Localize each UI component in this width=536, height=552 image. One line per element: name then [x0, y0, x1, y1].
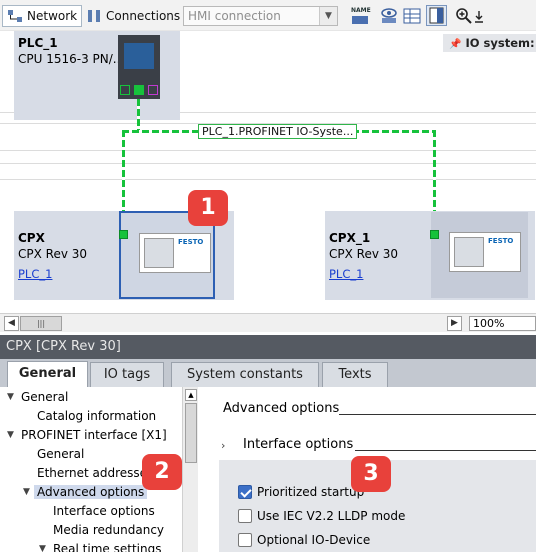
plc-device[interactable]: PLC_1 CPU 1516-3 PN/...	[14, 31, 180, 120]
prioritized-startup-checkbox[interactable]	[238, 485, 252, 499]
festo-module-image: FESTO	[139, 233, 211, 273]
plc-type: CPU 1516-3 PN/...	[18, 52, 125, 66]
grid-line	[0, 179, 536, 180]
network-view-button[interactable]: Network	[2, 5, 83, 27]
nav-item-media-redundancy[interactable]: Media redundancy	[53, 523, 164, 537]
overview-toggle-button[interactable]	[426, 5, 447, 26]
section-header-interface-options[interactable]: Interface options	[243, 437, 353, 452]
chevron-down-icon: ▼	[319, 7, 337, 25]
device-type: CPX Rev 30	[18, 247, 88, 261]
name-icon-text: NAME	[351, 7, 371, 14]
canvas-horizontal-scrollbar[interactable]: ◀ ||| ▶ 100%	[0, 313, 536, 332]
collapse-arrow-icon[interactable]: ▼	[7, 430, 14, 440]
interface-options-panel: Prioritized startup Use IEC V2.2 LLDP mo…	[219, 456, 536, 552]
nav-item-real-time-settings[interactable]: Real time settings	[53, 542, 161, 552]
cpx-1-module-area: FESTO	[431, 212, 528, 298]
plc-port-icon	[134, 85, 144, 95]
nav-item-interface-options[interactable]: Interface options	[53, 504, 155, 518]
festo-logo: FESTO	[488, 237, 514, 245]
connections-label: Connections	[106, 9, 181, 23]
profinet-network-label[interactable]: PLC_1.PROFINET IO-Syste...	[198, 124, 358, 139]
zoom-in-icon	[456, 8, 472, 24]
device-name: CPX	[18, 231, 45, 245]
device-type: CPX Rev 30	[329, 247, 399, 261]
cpx-port-icon[interactable]	[119, 230, 128, 239]
connection-type-dropdown[interactable]: HMI connection ▼	[183, 6, 338, 26]
expand-arrow-icon[interactable]: ›	[221, 439, 225, 452]
device-name: CPX_1	[329, 231, 371, 245]
navigation-scrollbar[interactable]: ▲	[182, 387, 198, 552]
module-body	[454, 237, 484, 267]
scrollbar-thumb[interactable]: |||	[20, 316, 62, 331]
collapse-arrow-icon[interactable]: ▼	[7, 392, 14, 402]
nav-item-profinet-interface[interactable]: PROFINET interface [X1]	[21, 428, 167, 442]
eye-icon	[381, 8, 397, 23]
properties-navigation-tree: ▼ General Catalog information ▼ PROFINET…	[0, 387, 198, 552]
nav-item-catalog-information[interactable]: Catalog information	[37, 409, 156, 423]
show-names-button[interactable]: NAME	[351, 7, 371, 25]
festo-logo: FESTO	[178, 238, 204, 246]
grid-toggle-button[interactable]	[403, 7, 421, 25]
nav-item-ethernet-addresses[interactable]: Ethernet addresses	[37, 466, 153, 480]
callout-badge: 3	[351, 456, 391, 492]
properties-tabs: General IO tags System constants Texts	[0, 359, 536, 387]
collapse-arrow-icon[interactable]: ▼	[23, 487, 30, 497]
callout-badge: 2	[142, 454, 182, 490]
callout-badge: 1	[188, 190, 228, 226]
properties-title: CPX [CPX Rev 30]	[0, 335, 536, 359]
pin-icon: 📌	[449, 39, 462, 50]
network-icon	[8, 10, 22, 22]
connections-button[interactable]: Connections	[82, 5, 184, 27]
festo-module-image: FESTO	[449, 232, 521, 272]
module-body	[144, 238, 174, 268]
scroll-up-button[interactable]: ▲	[185, 389, 197, 401]
collapse-arrow-icon[interactable]: ▼	[39, 544, 46, 552]
show-interfaces-button[interactable]	[380, 7, 398, 25]
zoom-button[interactable]	[455, 7, 473, 25]
scrollbar-thumb[interactable]	[185, 403, 197, 463]
tab-texts[interactable]: Texts	[322, 362, 388, 387]
network-view-canvas[interactable]: 📌 IO system: P PLC_1 CPU 1516-3 PN/... P…	[0, 31, 536, 313]
nav-item-interface-general[interactable]: General	[37, 447, 84, 461]
prioritized-startup-label: Prioritized startup	[257, 485, 365, 499]
tab-io-tags[interactable]: IO tags	[90, 362, 164, 387]
zoom-dropdown-button[interactable]	[473, 7, 485, 25]
section-header-advanced-options: Advanced options	[223, 401, 340, 416]
cpx-1-device[interactable]: CPX_1 CPX Rev 30 PLC_1 FESTO	[325, 211, 535, 300]
plc-module-image	[118, 35, 160, 99]
plc-port-icon	[148, 85, 158, 95]
zoom-level-field[interactable]: 100%	[469, 316, 536, 331]
plc-network-link[interactable]	[137, 99, 140, 131]
scroll-left-button[interactable]: ◀	[4, 316, 19, 331]
section-divider	[339, 414, 536, 415]
grid-line	[0, 163, 536, 164]
io-system-label: IO system: P	[465, 36, 536, 50]
device-plc-link[interactable]: PLC_1	[18, 267, 52, 281]
optional-io-device-label: Optional IO-Device	[257, 533, 371, 547]
cpx-1-port-icon[interactable]	[430, 230, 439, 239]
device-plc-link[interactable]: PLC_1	[329, 267, 363, 281]
editor-toolbar: Network Connections HMI connection ▼ NAM…	[0, 0, 536, 31]
nav-item-advanced-options[interactable]: Advanced options	[34, 485, 148, 499]
plc-name: PLC_1	[18, 36, 58, 50]
section-divider	[355, 450, 536, 451]
optional-io-device-checkbox[interactable]	[238, 533, 252, 547]
tab-general[interactable]: General	[7, 361, 88, 387]
plc-port-icon	[120, 85, 130, 95]
io-system-overview[interactable]: 📌 IO system: P	[443, 34, 536, 52]
iec-lldp-mode-label: Use IEC V2.2 LLDP mode	[257, 509, 406, 523]
nav-item-general[interactable]: General	[21, 390, 68, 404]
network-view-label: Network	[27, 9, 78, 23]
iec-lldp-mode-checkbox[interactable]	[238, 509, 252, 523]
panel-icon	[429, 7, 444, 24]
tab-system-constants[interactable]: System constants	[171, 362, 319, 387]
grid-line	[0, 150, 536, 151]
download-arrow-icon	[475, 11, 483, 23]
scroll-right-button[interactable]: ▶	[447, 316, 462, 331]
plc-display	[124, 43, 154, 69]
table-icon	[403, 8, 421, 24]
connection-type-value: HMI connection	[188, 9, 281, 23]
connections-icon	[88, 10, 100, 22]
